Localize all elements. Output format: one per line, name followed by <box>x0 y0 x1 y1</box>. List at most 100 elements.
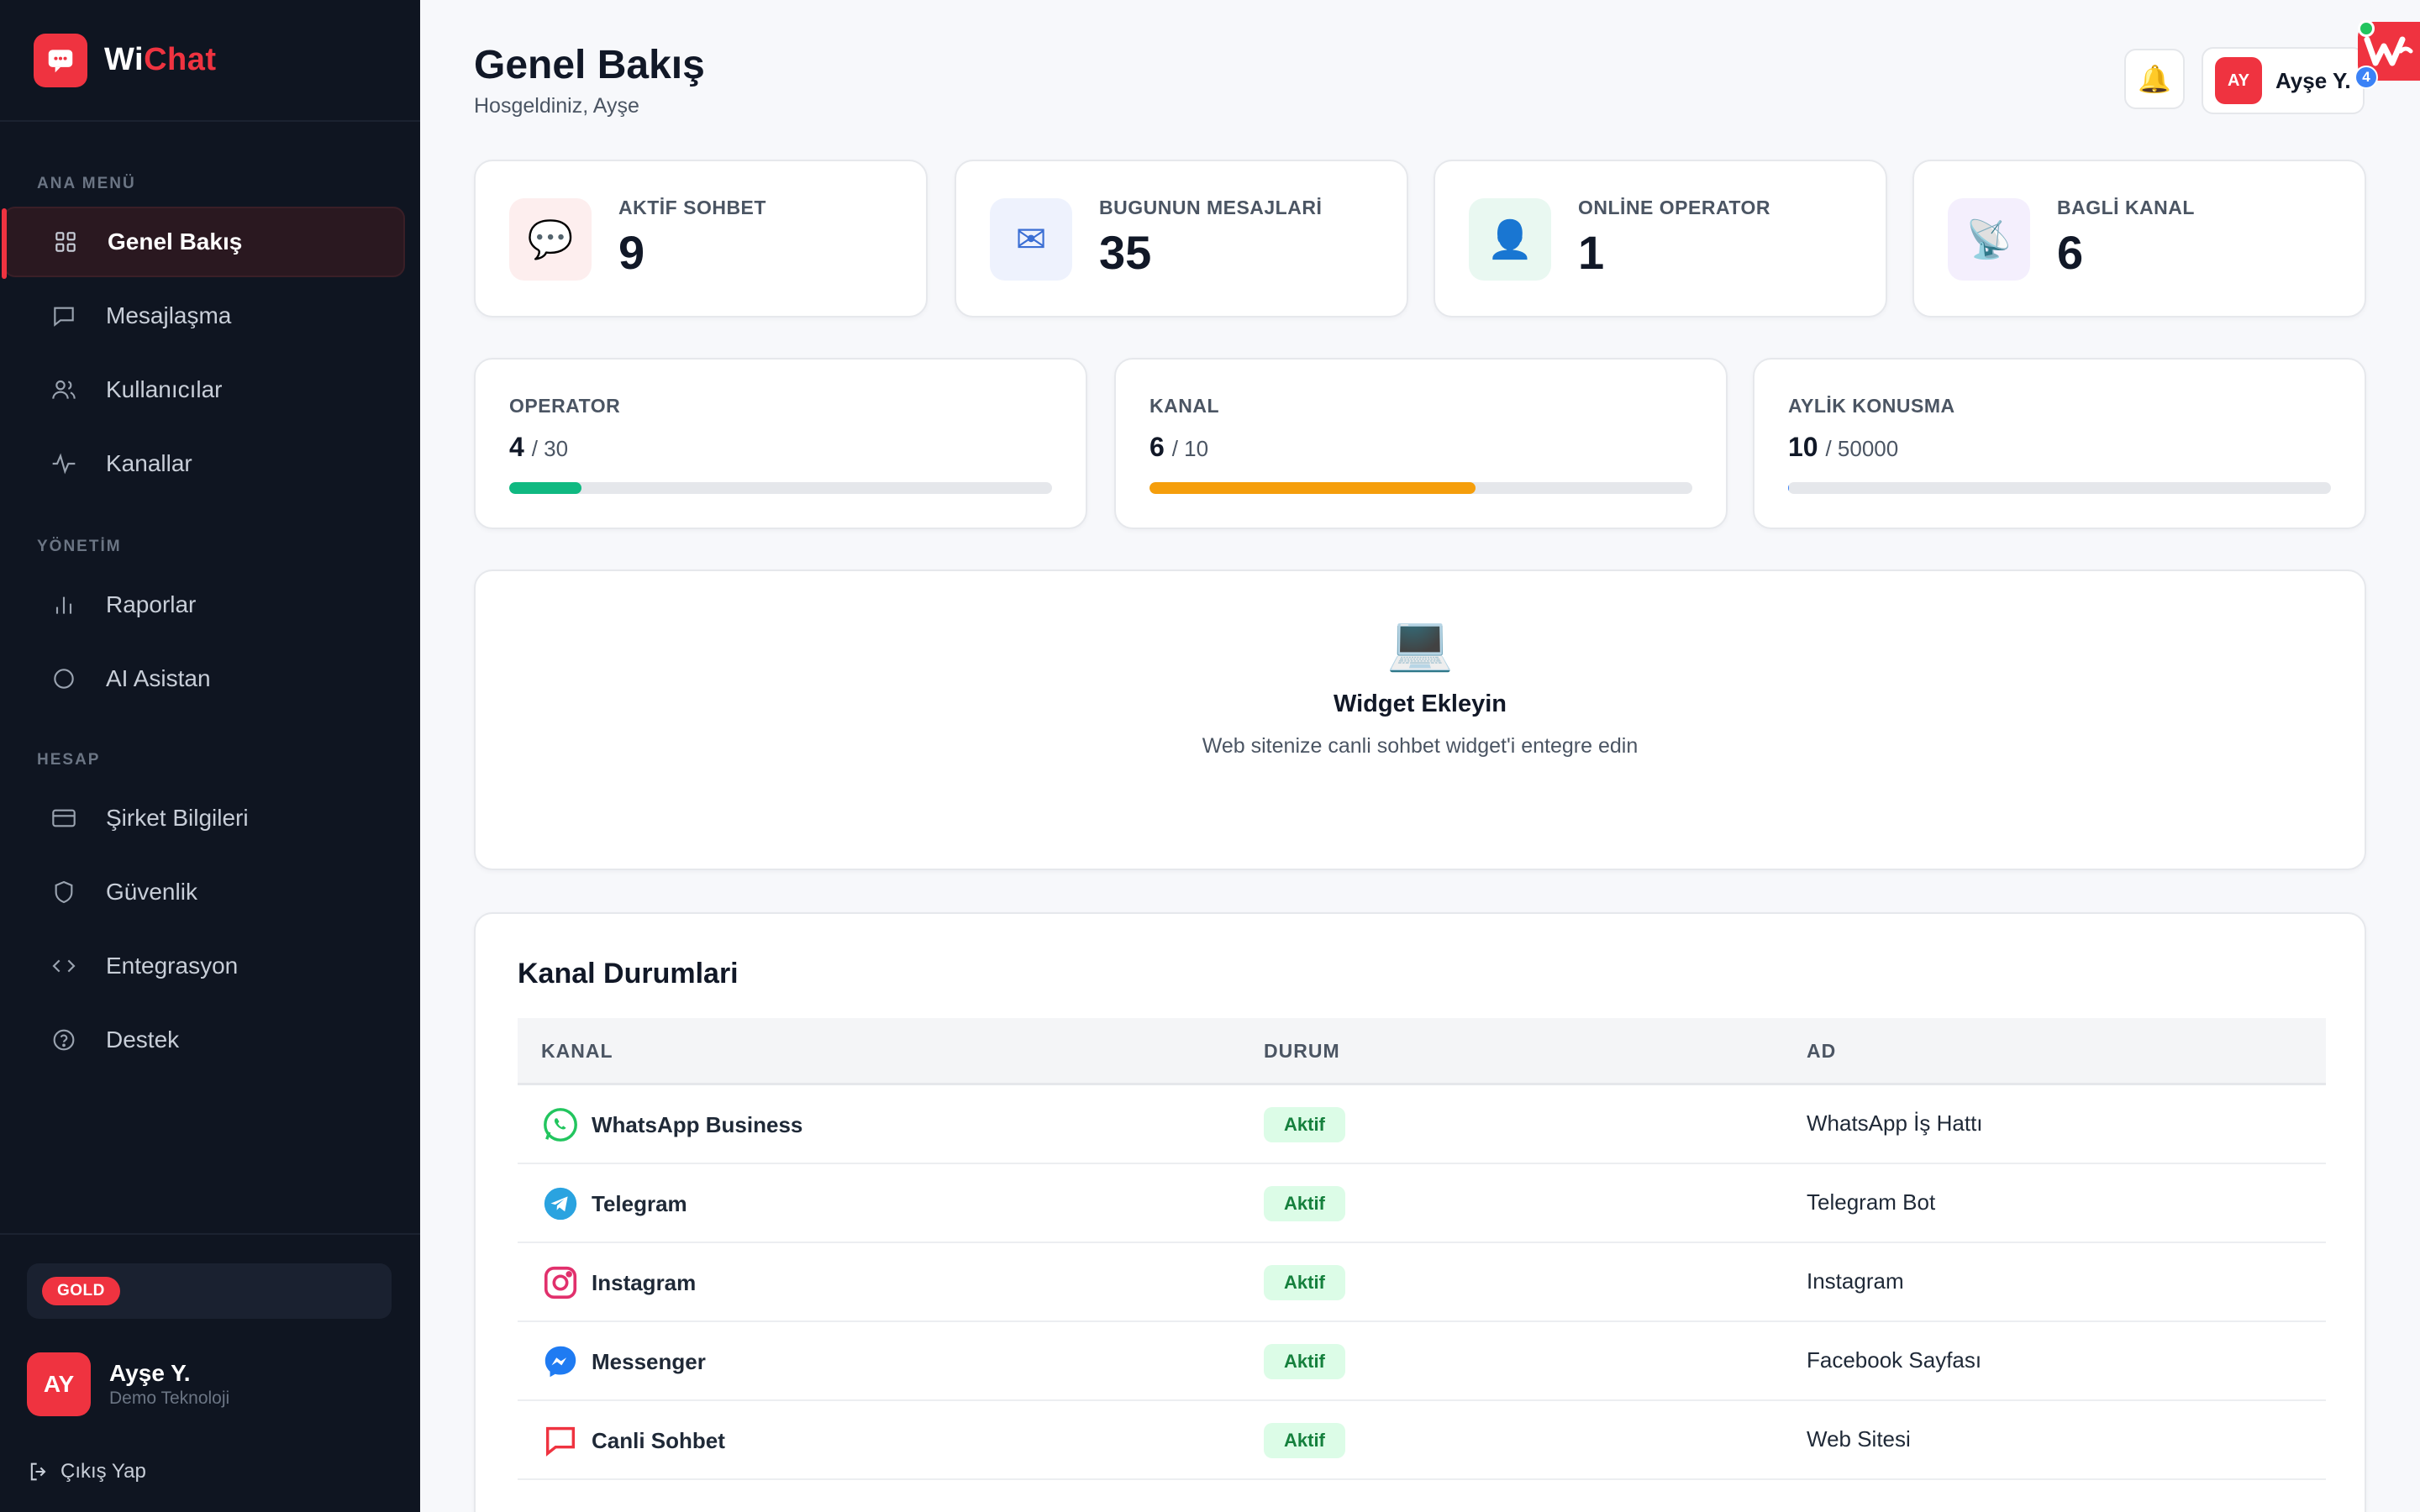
sidebar-item-overview[interactable]: Genel Bakış <box>2 207 405 279</box>
nav-section-management: YÖNETİM <box>37 538 122 555</box>
table-row[interactable]: WhatsApp Business Aktif WhatsApp İş Hatt… <box>518 1085 2326 1164</box>
user-meta: Ayşe Y. Demo Teknoloji <box>109 1360 229 1409</box>
column-header-status[interactable]: DURUM <box>1264 1040 1340 1063</box>
stat-card-todays-messages: ✉ BUGUNUN MESAJLARİ 35 <box>955 160 1408 318</box>
users-icon <box>47 373 81 407</box>
channel-display-name: Instagram <box>1807 1268 1904 1294</box>
page-title: Genel Bakış <box>474 43 705 87</box>
notifications-button[interactable]: 🔔 <box>2124 49 2185 109</box>
page-subtitle: Hosgeldiniz, Ayşe <box>474 94 639 118</box>
stat-value: 6 <box>2057 226 2084 279</box>
instagram-icon <box>541 1263 580 1302</box>
quota-max: / 30 <box>531 436 569 461</box>
stat-value: 35 <box>1099 226 1152 279</box>
channel-name: Canli Sohbet <box>592 1427 725 1453</box>
sidebar-item-channels[interactable]: Kanallar <box>3 428 405 499</box>
sidebar-item-users[interactable]: Kullanıcılar <box>3 354 405 425</box>
table-title: Kanal Durumlari <box>518 958 739 990</box>
column-header-channel[interactable]: KANAL <box>541 1040 613 1063</box>
sidebar-item-security[interactable]: Güvenlik <box>3 857 405 927</box>
online-status-dot <box>2358 20 2375 37</box>
quota-value: 4 / 30 <box>509 432 568 463</box>
stat-label: BUGUNUN MESAJLARİ <box>1099 197 1323 218</box>
quota-value: 6 / 10 <box>1150 432 1208 463</box>
pulse-icon <box>47 447 81 480</box>
channel-status-card: Kanal Durumlari KANAL DURUM AD WhatsApp … <box>474 912 2366 1512</box>
quota-used: 4 <box>509 432 524 462</box>
bar-chart-icon <box>47 588 81 622</box>
sidebar-item-label: Kullanıcılar <box>106 376 223 402</box>
live-chat-icon <box>541 1421 580 1460</box>
satellite-icon: 📡 <box>1948 198 2030 281</box>
table-row[interactable]: Messenger Aktif Facebook Sayfası <box>518 1322 2326 1401</box>
sidebar-item-company-info[interactable]: Şirket Bilgileri <box>3 783 405 853</box>
widget-title: Widget Ekleyin <box>1333 690 1507 717</box>
sidebar-item-label: Destek <box>106 1026 180 1053</box>
table-header: KANAL DURUM AD <box>518 1018 2326 1085</box>
sidebar-item-label: Entegrasyon <box>106 953 239 979</box>
channel-cell: WhatsApp Business <box>541 1105 802 1144</box>
sidebar-item-reports[interactable]: Raporlar <box>3 570 405 640</box>
quota-max: / 10 <box>1171 436 1209 461</box>
messenger-icon <box>541 1342 580 1381</box>
notification-count-badge: 4 <box>2354 66 2378 89</box>
stat-label: AKTİF SOHBET <box>618 197 766 218</box>
add-widget-card[interactable]: 💻 Widget Ekleyin Web sitenize canli sohb… <box>474 570 2366 870</box>
sidebar-footer: GOLD AY Ayşe Y. Demo Teknoloji Çıkış Yap <box>0 1233 420 1512</box>
channel-cell: Instagram <box>541 1263 696 1302</box>
brand[interactable]: WiChat <box>0 0 420 122</box>
grid-icon <box>49 225 82 259</box>
column-header-name[interactable]: AD <box>1807 1040 1836 1063</box>
quota-progress-bar <box>1788 482 2331 494</box>
shield-icon <box>47 875 81 909</box>
bell-icon: 🔔 <box>2138 64 2171 94</box>
quota-used: 6 <box>1150 432 1165 462</box>
quota-max: / 50000 <box>1825 436 1899 461</box>
quota-used: 10 <box>1788 432 1818 462</box>
sidebar-item-label: Genel Bakış <box>108 228 243 255</box>
channel-display-name: Facebook Sayfası <box>1807 1347 1982 1373</box>
user-name: Ayşe Y. <box>2275 67 2351 93</box>
plan-badge: GOLD <box>42 1277 120 1305</box>
circle-icon <box>47 662 81 696</box>
plan-box: GOLD <box>27 1263 392 1319</box>
stat-card-connected-channels: 📡 BAGLİ KANAL 6 <box>1912 160 2366 318</box>
sidebar-item-label: Kanallar <box>106 450 192 476</box>
channel-name: WhatsApp Business <box>592 1111 803 1137</box>
quota-label: AYLİK KONUSMA <box>1788 395 1955 417</box>
stat-label: BAGLİ KANAL <box>2057 197 2195 218</box>
user-company: Demo Teknoloji <box>109 1389 230 1408</box>
stat-card-online-operators: 👤 ONLİNE OPERATOR 1 <box>1434 160 1887 318</box>
quota-label: OPERATOR <box>509 395 621 417</box>
person-icon: 👤 <box>1469 198 1551 281</box>
sidebar-item-label: AI Asistan <box>106 665 211 691</box>
channel-cell: Telegram <box>541 1184 687 1223</box>
nav-section-account: HESAP <box>37 751 101 769</box>
logout-button[interactable]: Çıkış Yap <box>27 1460 146 1483</box>
quota-progress-fill <box>1150 482 1476 494</box>
sidebar-item-messaging[interactable]: Mesajlaşma <box>3 281 405 351</box>
status-badge: Aktif <box>1264 1107 1345 1142</box>
sidebar-item-support[interactable]: Destek <box>3 1005 405 1075</box>
telegram-icon <box>541 1184 580 1223</box>
brand-logo-icon <box>34 33 87 87</box>
sidebar-item-label: Güvenlik <box>106 879 197 905</box>
status-badge: Aktif <box>1264 1423 1345 1458</box>
channel-name: Instagram <box>592 1269 697 1295</box>
whatsapp-icon <box>541 1105 580 1144</box>
table-row[interactable]: Canli Sohbet Aktif Web Sitesi <box>518 1401 2326 1480</box>
avatar: AY <box>2215 57 2262 104</box>
code-icon <box>47 949 81 983</box>
user-menu-button[interactable]: AY Ayşe Y. <box>2202 47 2365 114</box>
status-badge: Aktif <box>1264 1265 1345 1300</box>
table-row[interactable]: Instagram Aktif Instagram <box>518 1243 2326 1322</box>
channel-display-name: Telegram Bot <box>1807 1189 1936 1215</box>
status-badge: Aktif <box>1264 1186 1345 1221</box>
sidebar-item-label: Mesajlaşma <box>106 302 232 328</box>
sidebar-item-integration[interactable]: Entegrasyon <box>3 931 405 1001</box>
sidebar-item-ai-assistant[interactable]: AI Asistan <box>3 643 405 714</box>
quota-card-operator: OPERATOR 4 / 30 <box>474 358 1087 529</box>
sidebar-user[interactable]: AY Ayşe Y. Demo Teknoloji <box>27 1352 229 1416</box>
table-row[interactable]: Telegram Aktif Telegram Bot <box>518 1164 2326 1243</box>
sidebar-item-label: Raporlar <box>106 591 197 617</box>
